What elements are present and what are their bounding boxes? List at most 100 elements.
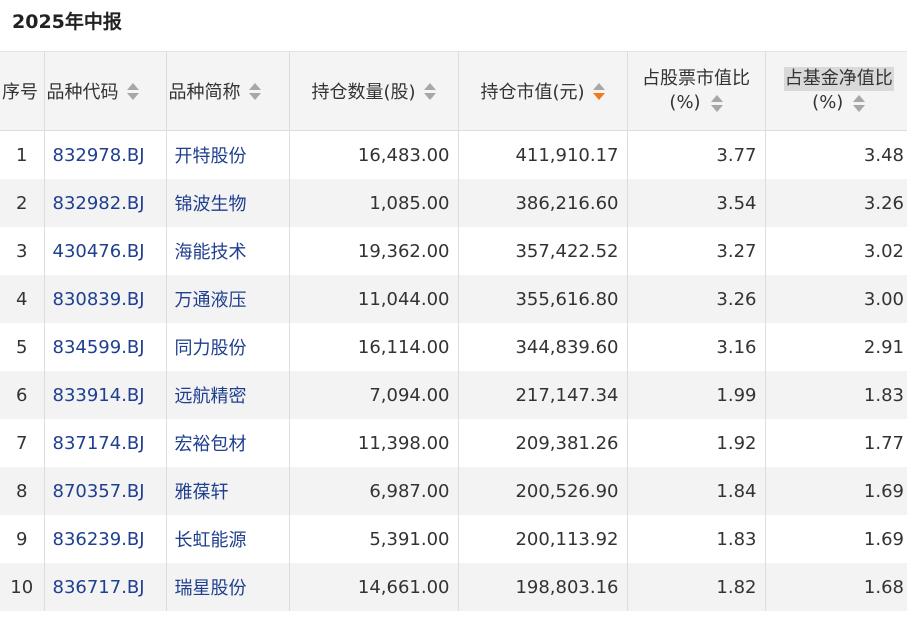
stock-pct: 1.92 — [716, 432, 757, 454]
stock-code-link[interactable]: 836717.BJ — [53, 577, 145, 598]
table-row[interactable]: 5 834599.BJ 同力股份 16,114.00 344,839.60 3.16 2.9… — [0, 323, 907, 371]
stock-code-link[interactable]: 834599.BJ — [53, 337, 145, 358]
cell-stock-pct: 1.99 — [626, 371, 765, 419]
sort-qty-icon[interactable] — [423, 82, 436, 100]
stock-pct: 3.27 — [716, 240, 757, 262]
stock-name-link[interactable]: 瑞星股份 — [175, 578, 247, 599]
stock-name-link[interactable]: 雅葆轩 — [175, 482, 229, 503]
header-value[interactable]: 持仓市值(元) — [457, 51, 627, 131]
cell-qty: 6,987.00 — [288, 467, 458, 515]
cell-value: 344,839.60 — [457, 323, 627, 371]
stock-name-link[interactable]: 同力股份 — [175, 338, 247, 359]
cell-fund-pct: 1.77 — [764, 419, 907, 467]
stock-name-link[interactable]: 长虹能源 — [175, 530, 247, 551]
header-qty[interactable]: 持仓数量(股) — [288, 51, 458, 131]
table-row[interactable]: 9 836239.BJ 长虹能源 5,391.00 200,113.92 1.83 1.69 — [0, 515, 907, 563]
fund-pct: 2.91 — [863, 336, 904, 358]
stock-name-link[interactable]: 海能技术 — [175, 242, 247, 263]
cell-fund-pct: 3.00 — [764, 275, 907, 323]
header-fund-pct-unit: (%) — [812, 92, 844, 113]
cell-qty: 16,483.00 — [288, 130, 458, 179]
fund-pct: 3.02 — [863, 240, 904, 262]
holding-value: 355,616.80 — [515, 288, 619, 310]
cell-qty: 11,044.00 — [288, 275, 458, 323]
cell-name: 开特股份 — [165, 130, 289, 179]
cell-stock-pct: 1.84 — [626, 467, 765, 515]
cell-idx: 7 — [0, 419, 44, 467]
header-fund-pct-label: 占基金净值比 — [783, 67, 894, 91]
cell-idx: 5 — [0, 323, 44, 371]
cell-fund-pct: 1.83 — [764, 371, 907, 419]
stock-name-link[interactable]: 开特股份 — [175, 146, 247, 167]
stock-code-link[interactable]: 430476.BJ — [53, 241, 145, 262]
holding-quantity: 11,398.00 — [357, 432, 450, 454]
stock-code-link[interactable]: 833914.BJ — [53, 385, 145, 406]
header-fund-pct[interactable]: 占基金净值比 (%) — [764, 51, 907, 131]
cell-stock-pct: 1.82 — [626, 563, 765, 611]
sort-value-icon[interactable] — [592, 82, 605, 100]
cell-value: 209,381.26 — [457, 419, 627, 467]
fund-pct: 1.83 — [863, 384, 904, 406]
stock-name-link[interactable]: 宏裕包材 — [175, 434, 247, 455]
cell-value: 198,803.16 — [457, 563, 627, 611]
cell-code: 836239.BJ — [43, 515, 166, 563]
stock-code-link[interactable]: 836239.BJ — [53, 529, 145, 550]
stock-code-link[interactable]: 832982.BJ — [53, 193, 145, 214]
cell-qty: 1,085.00 — [288, 179, 458, 227]
cell-name: 海能技术 — [165, 227, 289, 275]
cell-qty: 14,661.00 — [288, 563, 458, 611]
cell-code: 837174.BJ — [43, 419, 166, 467]
cell-stock-pct: 1.83 — [626, 515, 765, 563]
sort-code-icon[interactable] — [126, 82, 139, 100]
header-name[interactable]: 品种简称 — [165, 51, 289, 131]
cell-value: 355,616.80 — [457, 275, 627, 323]
holding-quantity: 11,044.00 — [357, 288, 450, 310]
table-row[interactable]: 3 430476.BJ 海能技术 19,362.00 357,422.52 3.27 3.0… — [0, 227, 907, 275]
cell-qty: 11,398.00 — [288, 419, 458, 467]
cell-fund-pct: 2.91 — [764, 323, 907, 371]
sort-stock-pct-icon[interactable] — [710, 94, 723, 112]
stock-name-link[interactable]: 远航精密 — [175, 386, 247, 407]
stock-pct: 3.16 — [716, 336, 757, 358]
holding-value: 200,526.90 — [515, 480, 619, 502]
cell-name: 瑞星股份 — [165, 563, 289, 611]
table-row[interactable]: 1 832978.BJ 开特股份 16,483.00 411,910.17 3.77 3.4… — [0, 130, 907, 179]
stock-pct: 1.83 — [716, 528, 757, 550]
header-code[interactable]: 品种代码 — [43, 51, 166, 131]
cell-idx: 2 — [0, 179, 44, 227]
holding-quantity: 16,483.00 — [357, 144, 450, 166]
holding-value: 217,147.34 — [515, 384, 619, 406]
holding-value: 200,113.92 — [515, 528, 619, 550]
cell-fund-pct: 3.26 — [764, 179, 907, 227]
stock-code-link[interactable]: 837174.BJ — [53, 433, 145, 454]
header-stock-pct[interactable]: 占股票市值比 (%) — [626, 51, 765, 131]
cell-value: 200,526.90 — [457, 467, 627, 515]
table-row[interactable]: 10 836717.BJ 瑞星股份 14,661.00 198,803.16 1.82 1.… — [0, 563, 907, 611]
table-row[interactable]: 2 832982.BJ 锦波生物 1,085.00 386,216.60 3.54 3.26 — [0, 179, 907, 227]
table-row[interactable]: 4 830839.BJ 万通液压 11,044.00 355,616.80 3.26 3.0… — [0, 275, 907, 323]
stock-code-link[interactable]: 830839.BJ — [53, 289, 145, 310]
cell-stock-pct: 3.27 — [626, 227, 765, 275]
sort-name-icon[interactable] — [248, 82, 261, 100]
holding-value: 198,803.16 — [515, 576, 619, 598]
cell-idx: 10 — [0, 563, 44, 611]
table-row[interactable]: 7 837174.BJ 宏裕包材 11,398.00 209,381.26 1.92 1.7… — [0, 419, 907, 467]
cell-code: 832978.BJ — [43, 130, 166, 179]
header-code-label: 品种代码 — [46, 82, 119, 103]
stock-name-link[interactable]: 万通液压 — [175, 290, 247, 311]
stock-code-link[interactable]: 832978.BJ — [53, 145, 145, 166]
cell-fund-pct: 1.69 — [764, 467, 907, 515]
cell-value: 357,422.52 — [457, 227, 627, 275]
cell-fund-pct: 3.02 — [764, 227, 907, 275]
sort-fund-pct-icon[interactable] — [853, 94, 866, 112]
table-row[interactable]: 8 870357.BJ 雅葆轩 6,987.00 200,526.90 1.84 1.69 — [0, 467, 907, 515]
holdings-table-container: 序号 品种代码 品种简称 持仓数量(股) 持仓市值(元) 占股票市值比 (%) … — [0, 51, 907, 619]
stock-name-link[interactable]: 锦波生物 — [175, 194, 247, 215]
fund-pct: 3.48 — [863, 144, 904, 166]
cell-code: 836717.BJ — [43, 563, 166, 611]
header-stock-pct-label: 占股票市值比 — [642, 68, 750, 89]
stock-code-link[interactable]: 870357.BJ — [53, 481, 145, 502]
table-row[interactable]: 6 833914.BJ 远航精密 7,094.00 217,147.34 1.99 1.83 — [0, 371, 907, 419]
cell-value: 217,147.34 — [457, 371, 627, 419]
cell-name: 远航精密 — [165, 371, 289, 419]
